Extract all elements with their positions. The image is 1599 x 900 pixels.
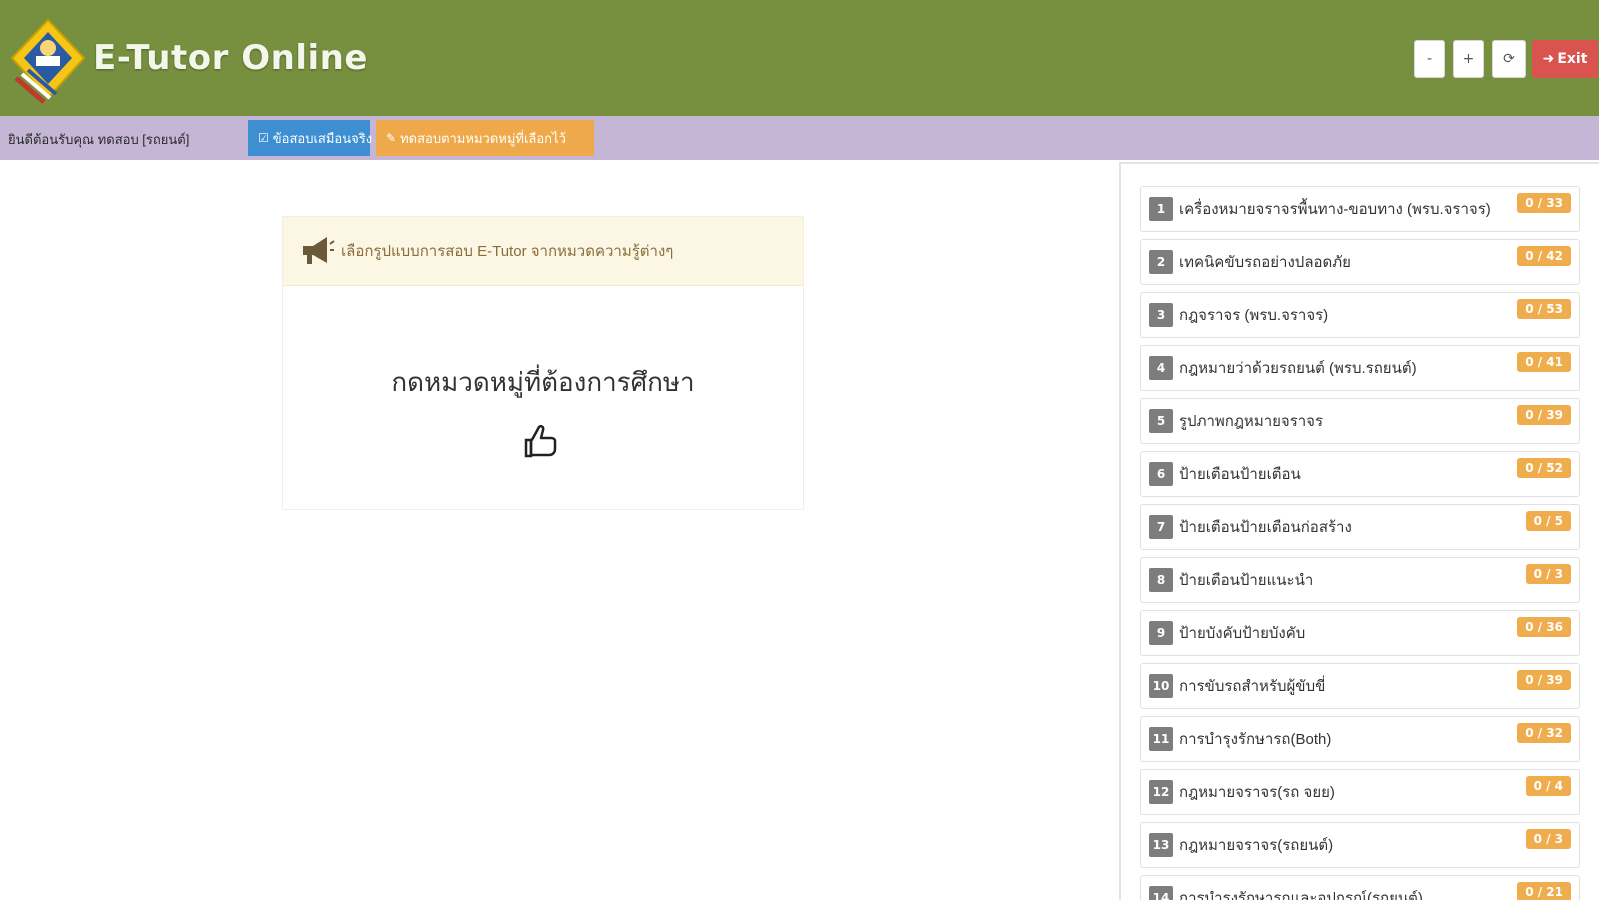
app-title: E-Tutor Online <box>93 38 368 78</box>
category-item[interactable]: 2 เทคนิคขับรถอย่างปลอดภัย 0 / 42 <box>1140 239 1580 285</box>
exit-button[interactable]: ➜ Exit <box>1532 40 1598 78</box>
category-item[interactable]: 7 ป้ายเตือนป้ายเตือนก่อสร้าง 0 / 5 <box>1140 504 1580 550</box>
category-item[interactable]: 5 รูปภาพกฎหมายจราจร 0 / 39 <box>1140 398 1580 444</box>
progress-badge: 0 / 36 <box>1517 617 1571 637</box>
checklist-icon: ☑ <box>258 131 269 145</box>
progress-badge: 0 / 32 <box>1517 723 1571 743</box>
progress-badge: 0 / 33 <box>1517 193 1571 213</box>
category-test-label: ทดสอบตามหมวดหมู่ที่เลือกไว้ <box>400 130 566 146</box>
category-list: 1 เครื่องหมายจราจรพื้นทาง-ขอบทาง (พรบ.จรา… <box>1140 186 1580 900</box>
category-item[interactable]: 14 การบำรุงรักษารถและอุปกรณ์(รถยนต์) 0 / 2… <box>1140 875 1580 900</box>
category-name: เครื่องหมายจราจรพื้นทาง-ขอบทาง (พรบ.จราจ… <box>1179 201 1491 218</box>
category-name: ป้ายเตือนป้ายแนะนำ <box>1179 572 1314 589</box>
app-header: E-Tutor Online - + ⟳ ➜ Exit <box>0 0 1599 116</box>
category-number: 3 <box>1149 303 1173 327</box>
category-item[interactable]: 11 การบำรุงรักษารถ(Both) 0 / 32 <box>1140 716 1580 762</box>
plus-icon: + <box>1462 51 1475 67</box>
category-number: 14 <box>1149 886 1173 900</box>
hand-pointer-icon <box>524 424 557 458</box>
category-name: ป้ายบังคับป้ายบังคับ <box>1179 625 1306 642</box>
info-panel-heading: เลือกรูปแบบการสอบ E-Tutor จากหมวดความรู้… <box>283 217 803 286</box>
category-number: 12 <box>1149 780 1173 804</box>
refresh-button[interactable]: ⟳ <box>1492 40 1526 78</box>
mock-exam-label: ข้อสอบเสมือนจริง <box>272 130 373 146</box>
info-panel-body: กดหมวดหมู่ที่ต้องการศึกษา <box>283 286 803 461</box>
category-number: 8 <box>1149 568 1173 592</box>
progress-badge: 0 / 5 <box>1525 511 1571 531</box>
category-name: กฎหมายจราจร(รถยนต์) <box>1179 837 1334 854</box>
category-name: กฎจราจร (พรบ.จราจร) <box>1179 307 1329 324</box>
category-number: 10 <box>1149 674 1173 698</box>
category-name: ป้ายเตือนป้ายเตือนก่อสร้าง <box>1179 519 1352 536</box>
category-item[interactable]: 9 ป้ายบังคับป้ายบังคับ 0 / 36 <box>1140 610 1580 656</box>
category-name: กฎหมายจราจร(รถ จยย) <box>1179 784 1335 801</box>
category-number: 9 <box>1149 621 1173 645</box>
category-number: 13 <box>1149 833 1173 857</box>
logo-icon <box>10 18 86 104</box>
category-number: 5 <box>1149 409 1173 433</box>
category-item[interactable]: 8 ป้ายเตือนป้ายแนะนำ 0 / 3 <box>1140 557 1580 603</box>
progress-badge: 0 / 3 <box>1525 829 1571 849</box>
refresh-icon: ⟳ <box>1503 51 1515 67</box>
progress-badge: 0 / 39 <box>1517 670 1571 690</box>
category-item[interactable]: 4 กฎหมายว่าด้วยรถยนต์ (พรบ.รถยนต์) 0 / 41 <box>1140 345 1580 391</box>
welcome-text: ยินดีต้อนรับคุณ ทดสอบ [รถยนต์] <box>8 132 190 147</box>
category-name: รูปภาพกฎหมายจราจร <box>1179 413 1324 430</box>
category-item[interactable]: 6 ป้ายเตือนป้ายเตือน 0 / 52 <box>1140 451 1580 497</box>
category-item[interactable]: 12 กฎหมายจราจร(รถ จยย) 0 / 4 <box>1140 769 1580 815</box>
category-panel: 1 เครื่องหมายจราจรพื้นทาง-ขอบทาง (พรบ.จรา… <box>1119 162 1599 900</box>
category-number: 1 <box>1149 197 1173 221</box>
category-item[interactable]: 1 เครื่องหมายจราจรพื้นทาง-ขอบทาง (พรบ.จรา… <box>1140 186 1580 232</box>
info-panel: เลือกรูปแบบการสอบ E-Tutor จากหมวดความรู้… <box>282 216 804 510</box>
category-number: 4 <box>1149 356 1173 380</box>
user-bar: ยินดีต้อนรับคุณ ทดสอบ [รถยนต์] ☑ ข้อสอบเ… <box>0 116 1599 160</box>
info-heading-text: เลือกรูปแบบการสอบ E-Tutor จากหมวดความรู้… <box>341 243 674 260</box>
category-item[interactable]: 13 กฎหมายจราจร(รถยนต์) 0 / 3 <box>1140 822 1580 868</box>
progress-badge: 0 / 53 <box>1517 299 1571 319</box>
instruction-message: กดหมวดหมู่ที่ต้องการศึกษา <box>391 368 695 398</box>
minus-icon: - <box>1426 51 1433 67</box>
category-number: 6 <box>1149 462 1173 486</box>
progress-badge: 0 / 42 <box>1517 246 1571 266</box>
progress-badge: 0 / 41 <box>1517 352 1571 372</box>
megaphone-icon <box>303 237 335 264</box>
progress-badge: 0 / 39 <box>1517 405 1571 425</box>
progress-badge: 0 / 4 <box>1525 776 1571 796</box>
progress-badge: 0 / 3 <box>1525 564 1571 584</box>
zoom-out-button[interactable]: - <box>1414 40 1445 78</box>
edit-icon: ✎ <box>386 131 397 145</box>
mock-exam-button[interactable]: ☑ ข้อสอบเสมือนจริง <box>248 120 373 156</box>
category-test-button[interactable]: ✎ ทดสอบตามหมวดหมู่ที่เลือกไว้ <box>376 120 594 156</box>
category-name: ป้ายเตือนป้ายเตือน <box>1179 466 1301 483</box>
category-name: การขับรถสำหรับผู้ขับขี่ <box>1179 678 1326 695</box>
category-number: 7 <box>1149 515 1173 539</box>
category-name: การบำรุงรักษารถและอุปกรณ์(รถยนต์) <box>1179 890 1423 900</box>
category-item[interactable]: 3 กฎจราจร (พรบ.จราจร) 0 / 53 <box>1140 292 1580 338</box>
category-number: 11 <box>1149 727 1173 751</box>
progress-badge: 0 / 21 <box>1517 882 1571 900</box>
exit-label: Exit <box>1557 51 1588 67</box>
category-name: กฎหมายว่าด้วยรถยนต์ (พรบ.รถยนต์) <box>1179 360 1417 377</box>
category-item[interactable]: 10 การขับรถสำหรับผู้ขับขี่ 0 / 39 <box>1140 663 1580 709</box>
exit-icon: ➜ <box>1542 51 1555 67</box>
category-name: เทคนิคขับรถอย่างปลอดภัย <box>1179 254 1351 271</box>
progress-badge: 0 / 52 <box>1517 458 1571 478</box>
zoom-in-button[interactable]: + <box>1453 40 1484 78</box>
category-number: 2 <box>1149 250 1173 274</box>
category-name: การบำรุงรักษารถ(Both) <box>1179 731 1332 748</box>
